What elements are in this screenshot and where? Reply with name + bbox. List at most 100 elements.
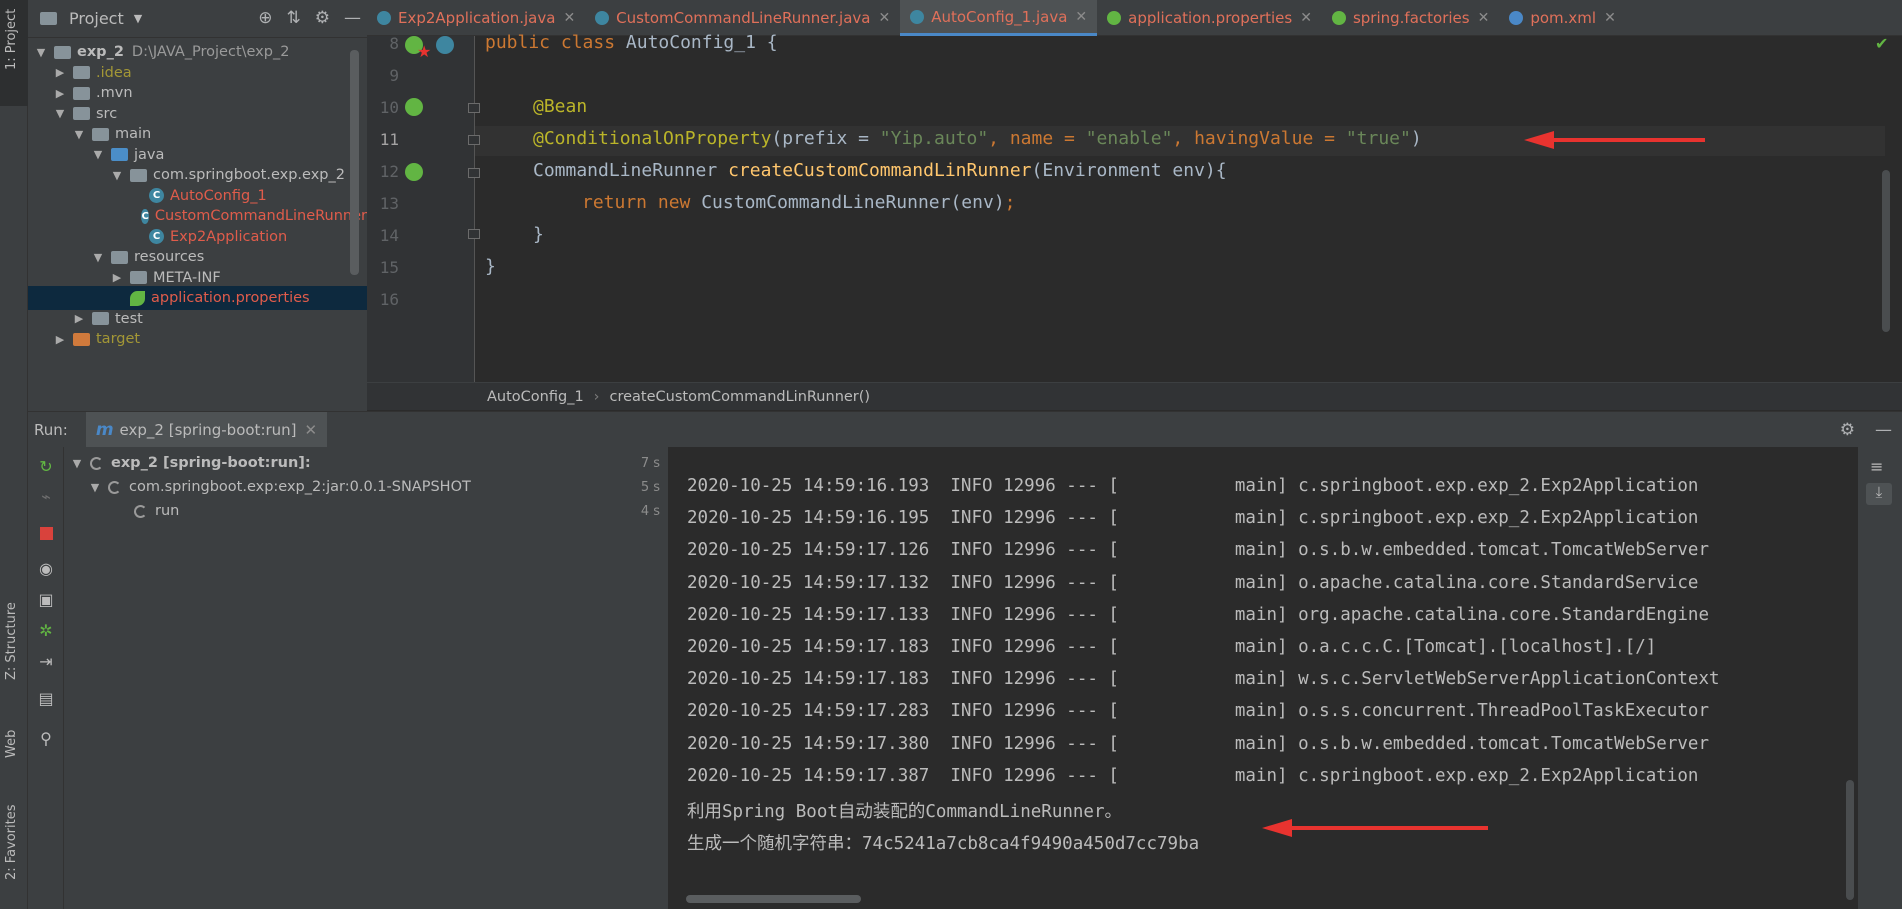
- project-tree-label: .idea: [96, 64, 132, 81]
- collapse-all-icon[interactable]: ⇅: [287, 8, 301, 28]
- class-icon: C: [149, 229, 164, 244]
- project-tree-item[interactable]: ▶ target: [28, 327, 367, 351]
- spinner-icon: [108, 480, 121, 494]
- chevron-down-icon[interactable]: ▼: [53, 107, 67, 120]
- editor-tab[interactable]: pom.xml ✕: [1499, 0, 1625, 36]
- chevron-down-icon[interactable]: ▼: [34, 46, 48, 59]
- chevron-down-icon[interactable]: ▼: [110, 169, 124, 182]
- pin-icon[interactable]: ⚲: [36, 729, 56, 749]
- spinner-icon: [90, 456, 103, 470]
- run-tree-root[interactable]: ▼ exp_2 [spring-boot:run]: 7 s: [64, 451, 668, 475]
- run-tree-item[interactable]: ▼ com.springboot.exp:exp_2:jar:0.0.1-SNA…: [64, 475, 668, 499]
- gear-icon[interactable]: ⚙: [1840, 420, 1855, 440]
- fold-marker[interactable]: [468, 168, 480, 178]
- close-icon[interactable]: ✕: [1075, 9, 1087, 25]
- line-number: 10: [379, 98, 399, 117]
- toggle-offline-icon[interactable]: ⌁: [36, 487, 56, 507]
- line-number: 13: [379, 194, 399, 213]
- chevron-down-icon[interactable]: ▼: [134, 12, 142, 25]
- project-tree-label: META-INF: [153, 269, 221, 286]
- structure-tool-button[interactable]: Z: Structure: [4, 602, 19, 680]
- run-tree-item[interactable]: run 4 s: [64, 499, 668, 523]
- locate-icon[interactable]: ⊕: [258, 8, 272, 28]
- project-tool-button[interactable]: 1: Project: [0, 0, 28, 106]
- camera-icon[interactable]: ▣: [36, 590, 56, 610]
- chevron-down-icon[interactable]: ▼: [91, 251, 105, 264]
- close-icon[interactable]: ✕: [1300, 10, 1312, 26]
- layout-icon[interactable]: ▤: [36, 689, 56, 709]
- spring-leaf-icon: [130, 290, 145, 306]
- close-icon[interactable]: ✕: [305, 421, 318, 439]
- console-line: 2020-10-25 14:59:17.387 INFO 12996 --- […: [687, 765, 1699, 786]
- soft-wrap-icon[interactable]: ≡: [1870, 457, 1883, 476]
- editor-tab[interactable]: application.properties ✕: [1097, 0, 1322, 36]
- project-panel: Project ▼ ⊕ ⇅ ⚙ — ▼ exp_2 D:\JAVA_Project\…: [28, 0, 367, 411]
- editor-tab[interactable]: Exp2Application.java ✕: [367, 0, 585, 36]
- chevron-right-icon[interactable]: ▶: [110, 271, 124, 284]
- editor-tab-label: Exp2Application.java: [398, 9, 556, 27]
- chevron-down-icon[interactable]: ▼: [91, 148, 105, 161]
- rerun-icon[interactable]: ↻: [36, 457, 56, 477]
- close-icon[interactable]: ✕: [878, 10, 890, 26]
- editor-tab[interactable]: AutoConfig_1.java ✕: [900, 0, 1098, 36]
- spring-class-icon: [377, 11, 391, 25]
- chevron-right-icon[interactable]: ▶: [53, 333, 67, 346]
- run-tree: ▼ exp_2 [spring-boot:run]: 7 s ▼ com.spr…: [64, 447, 668, 909]
- class-icon: [595, 11, 610, 25]
- editor-tab-label: pom.xml: [1530, 9, 1597, 27]
- console-line: 2020-10-25 14:59:16.193 INFO 12996 --- […: [687, 476, 1699, 496]
- minimize-icon[interactable]: —: [344, 8, 361, 28]
- project-tree-label: main: [115, 126, 152, 142]
- run-tree-label: exp_2 [spring-boot:run]:: [111, 455, 311, 471]
- run-config-tab[interactable]: m exp_2 [spring-boot:run] ✕: [85, 411, 328, 448]
- breadcrumb-method[interactable]: createCustomCommandLinRunner(): [609, 389, 870, 405]
- inspection-ok-icon[interactable]: ✔: [1875, 34, 1888, 53]
- editor-scrollbar[interactable]: [1882, 170, 1890, 332]
- project-scrollbar[interactable]: [350, 50, 359, 275]
- run-tree-label: run: [155, 503, 180, 519]
- eye-icon[interactable]: ◉: [36, 559, 56, 579]
- console-horizontal-scrollbar[interactable]: [686, 895, 861, 903]
- left-tool-stripe: 1: Project Z: Structure Web 2: Favorites: [0, 0, 28, 909]
- project-tree-label: target: [96, 331, 141, 347]
- stop-icon[interactable]: [36, 525, 56, 545]
- close-icon[interactable]: ✕: [1604, 10, 1616, 26]
- class-usage-icon[interactable]: [436, 36, 454, 54]
- folder-icon: [73, 66, 90, 79]
- run-tree-label: com.springboot.exp:exp_2:jar:0.0.1-SNAPS…: [129, 479, 471, 495]
- fold-marker[interactable]: [468, 229, 480, 239]
- chevron-right-icon[interactable]: ▶: [72, 312, 86, 325]
- close-icon[interactable]: ✕: [1478, 10, 1490, 26]
- editor-tab[interactable]: CustomCommandLineRunner.java ✕: [585, 0, 900, 36]
- chevron-right-icon[interactable]: ▶: [53, 66, 67, 79]
- console-output[interactable]: 2020-10-25 14:59:16.193 INFO 12996 --- […: [668, 447, 1858, 909]
- minimize-icon[interactable]: —: [1875, 420, 1892, 440]
- fold-marker[interactable]: [468, 103, 480, 113]
- line-number: 12: [379, 162, 399, 181]
- chevron-down-icon[interactable]: ▼: [88, 481, 102, 494]
- fold-marker[interactable]: [468, 135, 480, 145]
- code-line-13: return new CustomCommandLineRunner(env);: [582, 192, 1016, 213]
- close-icon[interactable]: ✕: [563, 10, 575, 26]
- chevron-right-icon[interactable]: ▶: [53, 87, 67, 100]
- spring-bean-icon[interactable]: [405, 163, 423, 181]
- chevron-down-icon[interactable]: ▼: [72, 128, 86, 141]
- bookmark-star-icon[interactable]: ★: [417, 42, 435, 61]
- spring-bean-icon[interactable]: [405, 98, 423, 116]
- folder-icon: [130, 271, 147, 284]
- breadcrumb-class[interactable]: AutoConfig_1: [487, 389, 584, 405]
- line-number: 8: [389, 34, 399, 53]
- web-tool-button[interactable]: Web: [4, 730, 19, 758]
- favorites-tool-button[interactable]: 2: Favorites: [4, 804, 19, 880]
- scroll-to-end-icon[interactable]: ⤓: [1866, 483, 1892, 505]
- line-number: 11: [379, 130, 399, 149]
- debug-icon[interactable]: ✲: [36, 621, 56, 641]
- project-view-selector[interactable]: Project: [69, 9, 124, 28]
- gear-icon[interactable]: ⚙: [315, 8, 330, 28]
- chevron-down-icon[interactable]: ▼: [70, 457, 84, 470]
- editor-tab[interactable]: spring.factories ✕: [1322, 0, 1499, 36]
- login-icon[interactable]: ⇥: [36, 652, 56, 672]
- console-scrollbar[interactable]: [1846, 780, 1854, 900]
- console-line: 2020-10-25 14:59:17.283 INFO 12996 --- […: [687, 701, 1709, 722]
- project-tree-label: java: [134, 146, 165, 163]
